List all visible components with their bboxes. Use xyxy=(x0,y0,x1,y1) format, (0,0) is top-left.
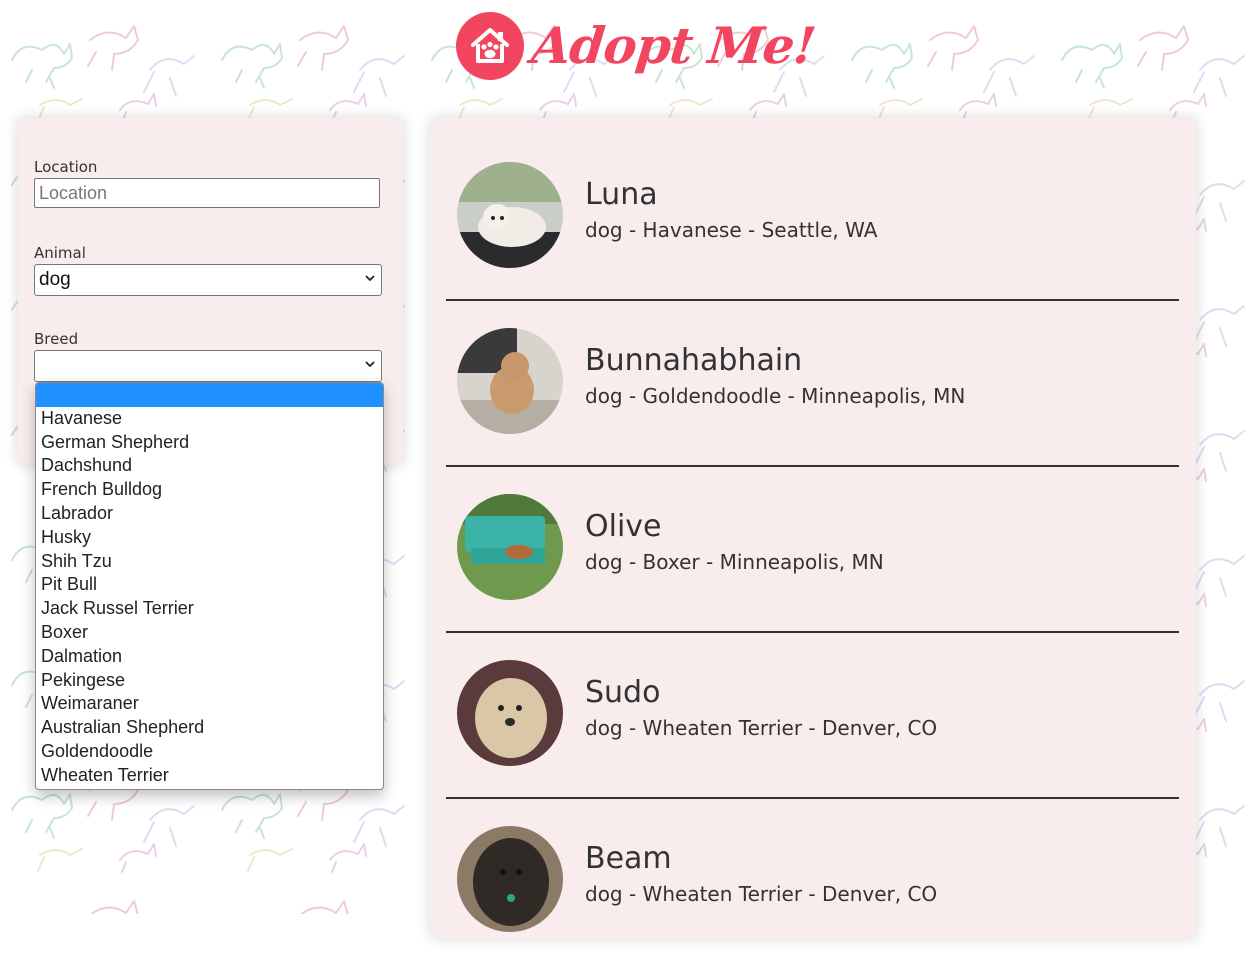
breed-option[interactable]: French Bulldog xyxy=(36,478,383,502)
breed-option[interactable]: Dachshund xyxy=(36,454,383,478)
breed-option[interactable]: Goldendoodle xyxy=(36,740,383,764)
breed-option[interactable]: German Shepherd xyxy=(36,431,383,455)
pet-photo xyxy=(457,162,563,268)
pet-description: dog - Goldendoodle - Minneapolis, MN xyxy=(585,384,966,408)
location-label: Location xyxy=(34,158,98,176)
pet-name: Luna xyxy=(585,177,658,212)
chevron-down-icon xyxy=(365,361,375,368)
pet-name: Olive xyxy=(585,509,662,544)
pet-photo xyxy=(457,826,563,932)
location-input[interactable] xyxy=(34,178,380,208)
breed-option[interactable]: Pekingese xyxy=(36,669,383,693)
pet-card[interactable]: Bunnahabhain dog - Goldendoodle - Minnea… xyxy=(446,299,1179,467)
breed-label: Breed xyxy=(34,330,79,348)
pet-photo xyxy=(457,494,563,600)
pet-photo xyxy=(457,328,563,434)
breed-option[interactable]: Australian Shepherd xyxy=(36,716,383,740)
pet-card[interactable]: Olive dog - Boxer - Minneapolis, MN xyxy=(446,465,1179,633)
animal-select-value: dog xyxy=(39,269,71,290)
breed-option[interactable]: Jack Russel Terrier xyxy=(36,597,383,621)
breed-option[interactable]: Husky xyxy=(36,526,383,550)
chevron-down-icon xyxy=(365,275,375,282)
pet-name: Beam xyxy=(585,841,672,876)
pet-name: Bunnahabhain xyxy=(585,343,803,378)
pet-card[interactable]: Beam dog - Wheaten Terrier - Denver, CO xyxy=(446,797,1179,963)
animal-label: Animal xyxy=(34,244,86,262)
pet-description: dog - Wheaten Terrier - Denver, CO xyxy=(585,882,938,906)
breed-select[interactable] xyxy=(34,350,382,382)
pet-description: dog - Havanese - Seattle, WA xyxy=(585,218,878,242)
pet-description: dog - Wheaten Terrier - Denver, CO xyxy=(585,716,938,740)
brand-header[interactable]: Adopt Me! xyxy=(456,12,818,80)
breed-option[interactable]: Weimaraner xyxy=(36,692,383,716)
brand-title: Adopt Me! xyxy=(528,16,818,75)
pet-description: dog - Boxer - Minneapolis, MN xyxy=(585,550,884,574)
breed-option[interactable]: Havanese xyxy=(36,407,383,431)
breed-option[interactable] xyxy=(36,383,383,407)
pet-photo xyxy=(457,660,563,766)
breed-option[interactable]: Wheaten Terrier xyxy=(36,764,383,788)
breed-option[interactable]: Boxer xyxy=(36,621,383,645)
breed-dropdown-list[interactable]: Havanese German Shepherd Dachshund Frenc… xyxy=(35,382,384,790)
breed-option[interactable]: Dalmation xyxy=(36,645,383,669)
pet-name: Sudo xyxy=(585,675,661,710)
breed-option[interactable]: Labrador xyxy=(36,502,383,526)
pet-card[interactable]: Sudo dog - Wheaten Terrier - Denver, CO xyxy=(446,631,1179,799)
pet-results: Luna dog - Havanese - Seattle, WA Bunnah… xyxy=(430,118,1196,938)
breed-option[interactable]: Pit Bull xyxy=(36,573,383,597)
breed-option[interactable]: Shih Tzu xyxy=(36,550,383,574)
pet-card[interactable]: Luna dog - Havanese - Seattle, WA xyxy=(446,133,1179,301)
house-paw-icon xyxy=(456,12,524,80)
animal-select[interactable]: dog xyxy=(34,264,382,296)
